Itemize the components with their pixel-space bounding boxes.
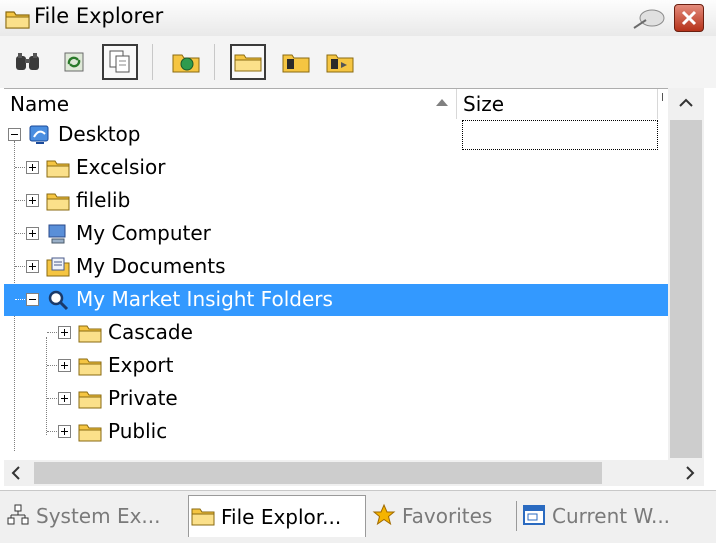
folder-icon — [78, 358, 102, 376]
tab-label: Favorites — [402, 504, 493, 528]
folder-tree: Desktop Excelsior filelib My Computer My… — [4, 119, 668, 459]
expand-icon[interactable] — [58, 392, 71, 405]
tab-label: Current W... — [552, 504, 671, 528]
tab-label: System Ex... — [36, 504, 161, 528]
size-column-label: Size — [463, 92, 505, 116]
folder-globe-button[interactable] — [168, 44, 204, 80]
folder-forward-button[interactable] — [322, 44, 358, 80]
expand-icon[interactable] — [26, 194, 39, 207]
toolbar-separator — [152, 44, 153, 80]
tree-item-filelib[interactable]: filelib — [4, 185, 668, 217]
expand-icon[interactable] — [58, 425, 71, 438]
horizontal-scrollbar[interactable] — [4, 460, 704, 486]
expand-icon[interactable] — [26, 260, 39, 273]
tree-item-desktop[interactable]: Desktop — [4, 119, 668, 151]
expand-icon[interactable] — [26, 161, 39, 174]
tab-system-explorer[interactable]: System Ex... — [4, 495, 184, 537]
tree-item-my-documents[interactable]: My Documents — [4, 251, 668, 283]
folder-back-button[interactable] — [278, 44, 314, 80]
name-column-header[interactable]: Name — [4, 89, 457, 119]
tab-current-window[interactable]: Current W... — [520, 495, 710, 537]
tree-item-label: Desktop — [58, 122, 141, 146]
folder-globe-icon — [172, 54, 200, 73]
search-folder-icon — [48, 290, 69, 311]
title-bar: File Explorer — [0, 0, 716, 36]
find-icon — [16, 53, 39, 70]
scroll-up-button[interactable] — [668, 88, 704, 118]
vertical-scroll-thumb[interactable] — [670, 120, 702, 458]
refresh-icon — [64, 52, 84, 72]
toolbar — [0, 36, 716, 88]
folder-forward-icon — [326, 54, 354, 73]
folder-open-icon — [234, 54, 262, 72]
folder-icon — [46, 193, 70, 211]
column-header: Name Size — [4, 88, 704, 120]
network-icon — [7, 504, 29, 525]
copy-button[interactable] — [102, 44, 138, 80]
window-icon — [523, 505, 545, 525]
tab-favorites[interactable]: Favorites — [370, 495, 516, 537]
expand-icon[interactable] — [58, 326, 71, 339]
vertical-scrollbar[interactable] — [668, 88, 704, 460]
tree-item-excelsior[interactable]: Excelsior — [4, 152, 668, 184]
tab-file-explorer[interactable]: File Explor... — [188, 495, 366, 537]
computer-icon — [48, 224, 66, 244]
folder-back-icon — [282, 54, 310, 73]
tree-item-cascade[interactable]: Cascade — [4, 317, 668, 349]
desktop-icon — [29, 125, 49, 144]
tab-separator — [516, 501, 517, 531]
tree-item-my-market-insight-folders[interactable]: My Market Insight Folders — [4, 284, 668, 316]
tree-item-private[interactable]: Private — [4, 383, 668, 415]
toolbar-separator — [214, 44, 215, 80]
refresh-button[interactable] — [56, 44, 92, 80]
close-icon — [681, 10, 697, 26]
size-column-header[interactable]: Size — [457, 89, 658, 119]
star-icon — [372, 503, 396, 526]
expand-icon[interactable] — [58, 359, 71, 372]
folder-icon — [46, 160, 70, 178]
name-column-label: Name — [10, 92, 70, 116]
find-button[interactable] — [10, 44, 46, 80]
tab-bar: System Ex... File Explor... Favorites Cu… — [0, 490, 716, 543]
close-button[interactable] — [674, 4, 704, 32]
horizontal-scroll-thumb[interactable] — [34, 462, 602, 484]
tree-item-label: My Market Insight Folders — [76, 287, 333, 311]
tree-item-label: My Computer — [76, 221, 211, 245]
collapse-icon[interactable] — [26, 293, 39, 306]
copy-icon — [109, 50, 130, 73]
chevron-right-icon[interactable] — [676, 460, 702, 486]
tab-label: File Explor... — [221, 505, 342, 529]
folder-icon — [78, 424, 102, 442]
folder-icon — [191, 508, 215, 526]
tree-item-label: Public — [108, 419, 168, 443]
chevron-left-icon[interactable] — [4, 460, 30, 486]
pin-icon[interactable] — [632, 6, 668, 30]
folder-open-button[interactable] — [230, 44, 266, 80]
tree-item-label: Excelsior — [76, 155, 166, 179]
documents-icon — [46, 257, 70, 277]
tree-item-label: Cascade — [108, 320, 193, 344]
tree-item-my-computer[interactable]: My Computer — [4, 218, 668, 250]
tree-item-label: Export — [108, 353, 174, 377]
tree-item-export[interactable]: Export — [4, 350, 668, 382]
tree-item-label: Private — [108, 386, 178, 410]
chevron-up-icon — [679, 98, 693, 107]
folder-icon — [5, 11, 30, 29]
window-title: File Explorer — [34, 4, 164, 28]
tree-item-label: filelib — [76, 188, 131, 212]
tree-item-public[interactable]: Public — [4, 416, 668, 448]
tree-item-label: My Documents — [76, 254, 226, 278]
collapse-icon[interactable] — [8, 128, 21, 141]
sort-ascending-icon — [436, 99, 448, 106]
folder-icon — [78, 391, 102, 409]
folder-icon — [78, 325, 102, 343]
expand-icon[interactable] — [26, 227, 39, 240]
